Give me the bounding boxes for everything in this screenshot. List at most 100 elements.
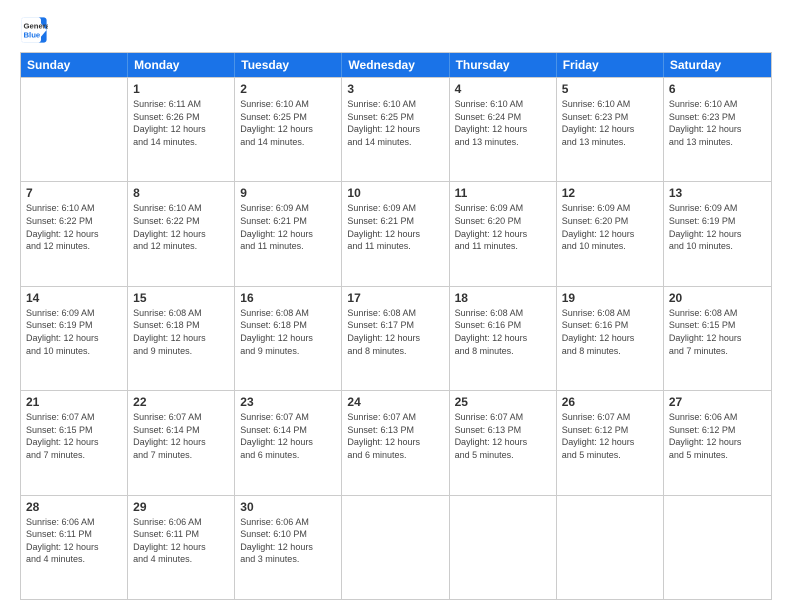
day-number: 11 xyxy=(455,186,551,200)
calendar-cell-empty xyxy=(664,496,771,599)
day-info: Sunrise: 6:10 AM Sunset: 6:22 PM Dayligh… xyxy=(26,202,122,252)
day-number: 1 xyxy=(133,82,229,96)
day-info: Sunrise: 6:06 AM Sunset: 6:12 PM Dayligh… xyxy=(669,411,766,461)
day-info: Sunrise: 6:10 AM Sunset: 6:25 PM Dayligh… xyxy=(347,98,443,148)
day-number: 29 xyxy=(133,500,229,514)
logo: General Blue xyxy=(20,16,48,44)
day-number: 23 xyxy=(240,395,336,409)
day-info: Sunrise: 6:07 AM Sunset: 6:15 PM Dayligh… xyxy=(26,411,122,461)
calendar-cell-day-1: 1 Sunrise: 6:11 AM Sunset: 6:26 PM Daylig… xyxy=(128,78,235,181)
calendar-cell-empty xyxy=(557,496,664,599)
day-number: 13 xyxy=(669,186,766,200)
calendar-cell-day-25: 25Sunrise: 6:07 AM Sunset: 6:13 PM Dayli… xyxy=(450,391,557,494)
calendar-cell-day-14: 14Sunrise: 6:09 AM Sunset: 6:19 PM Dayli… xyxy=(21,287,128,390)
calendar-cell-day-29: 29 Sunrise: 6:06 AM Sunset: 6:11 PM Dayli… xyxy=(128,496,235,599)
calendar-cell-day-30: 30 Sunrise: 6:06 AM Sunset: 6:10 PM Dayli… xyxy=(235,496,342,599)
calendar-cell-day-4: 4Sunrise: 6:10 AM Sunset: 6:24 PM Daylig… xyxy=(450,78,557,181)
calendar-body: 1 Sunrise: 6:11 AM Sunset: 6:26 PM Daylig… xyxy=(21,77,771,599)
day-number: 9 xyxy=(240,186,336,200)
day-info: Sunrise: 6:08 AM Sunset: 6:15 PM Dayligh… xyxy=(669,307,766,357)
day-info: Sunrise: 6:07 AM Sunset: 6:14 PM Dayligh… xyxy=(133,411,229,461)
calendar-row-3: 21 Sunrise: 6:07 AM Sunset: 6:15 PM Dayli… xyxy=(21,390,771,494)
calendar-row-1: 7 Sunrise: 6:10 AM Sunset: 6:22 PM Daylig… xyxy=(21,181,771,285)
header-day-monday: Monday xyxy=(128,53,235,77)
day-info: Sunrise: 6:09 AM Sunset: 6:21 PM Dayligh… xyxy=(240,202,336,252)
day-number: 2 xyxy=(240,82,336,96)
day-number: 3 xyxy=(347,82,443,96)
day-number: 15 xyxy=(133,291,229,305)
day-info: Sunrise: 6:06 AM Sunset: 6:11 PM Dayligh… xyxy=(26,516,122,566)
day-number: 22 xyxy=(133,395,229,409)
day-number: 28 xyxy=(26,500,122,514)
calendar-cell-day-21: 21 Sunrise: 6:07 AM Sunset: 6:15 PM Dayli… xyxy=(21,391,128,494)
calendar-cell-day-26: 26 Sunrise: 6:07 AM Sunset: 6:12 PM Dayli… xyxy=(557,391,664,494)
calendar-cell-day-28: 28 Sunrise: 6:06 AM Sunset: 6:11 PM Dayli… xyxy=(21,496,128,599)
day-number: 6 xyxy=(669,82,766,96)
calendar-cell-day-11: 11 Sunrise: 6:09 AM Sunset: 6:20 PM Dayli… xyxy=(450,182,557,285)
day-info: Sunrise: 6:10 AM Sunset: 6:23 PM Dayligh… xyxy=(669,98,766,148)
day-number: 4 xyxy=(455,82,551,96)
logo-icon: General Blue xyxy=(20,16,48,44)
day-number: 7 xyxy=(26,186,122,200)
day-number: 10 xyxy=(347,186,443,200)
calendar-cell-day-12: 12Sunrise: 6:09 AM Sunset: 6:20 PM Dayli… xyxy=(557,182,664,285)
day-info: Sunrise: 6:08 AM Sunset: 6:16 PM Dayligh… xyxy=(562,307,658,357)
svg-text:General: General xyxy=(24,22,49,31)
calendar-cell-day-19: 19 Sunrise: 6:08 AM Sunset: 6:16 PM Dayli… xyxy=(557,287,664,390)
day-info: Sunrise: 6:07 AM Sunset: 6:13 PM Dayligh… xyxy=(347,411,443,461)
day-number: 5 xyxy=(562,82,658,96)
calendar-cell-day-2: 2Sunrise: 6:10 AM Sunset: 6:25 PM Daylig… xyxy=(235,78,342,181)
calendar-cell-day-20: 20Sunrise: 6:08 AM Sunset: 6:15 PM Dayli… xyxy=(664,287,771,390)
calendar-cell-day-7: 7 Sunrise: 6:10 AM Sunset: 6:22 PM Daylig… xyxy=(21,182,128,285)
day-info: Sunrise: 6:08 AM Sunset: 6:18 PM Dayligh… xyxy=(133,307,229,357)
day-info: Sunrise: 6:11 AM Sunset: 6:26 PM Dayligh… xyxy=(133,98,229,148)
calendar-cell-day-24: 24 Sunrise: 6:07 AM Sunset: 6:13 PM Dayli… xyxy=(342,391,449,494)
header-day-friday: Friday xyxy=(557,53,664,77)
day-info: Sunrise: 6:10 AM Sunset: 6:22 PM Dayligh… xyxy=(133,202,229,252)
header-day-sunday: Sunday xyxy=(21,53,128,77)
header-day-saturday: Saturday xyxy=(664,53,771,77)
calendar-cell-day-16: 16 Sunrise: 6:08 AM Sunset: 6:18 PM Dayli… xyxy=(235,287,342,390)
day-number: 30 xyxy=(240,500,336,514)
calendar-cell-day-23: 23 Sunrise: 6:07 AM Sunset: 6:14 PM Dayli… xyxy=(235,391,342,494)
day-number: 8 xyxy=(133,186,229,200)
day-info: Sunrise: 6:08 AM Sunset: 6:16 PM Dayligh… xyxy=(455,307,551,357)
calendar-cell-day-15: 15 Sunrise: 6:08 AM Sunset: 6:18 PM Dayli… xyxy=(128,287,235,390)
day-info: Sunrise: 6:08 AM Sunset: 6:17 PM Dayligh… xyxy=(347,307,443,357)
header-day-wednesday: Wednesday xyxy=(342,53,449,77)
header-day-tuesday: Tuesday xyxy=(235,53,342,77)
day-number: 24 xyxy=(347,395,443,409)
calendar-cell-day-17: 17 Sunrise: 6:08 AM Sunset: 6:17 PM Dayli… xyxy=(342,287,449,390)
calendar-cell-day-5: 5 Sunrise: 6:10 AM Sunset: 6:23 PM Daylig… xyxy=(557,78,664,181)
day-info: Sunrise: 6:09 AM Sunset: 6:21 PM Dayligh… xyxy=(347,202,443,252)
calendar-cell-day-3: 3 Sunrise: 6:10 AM Sunset: 6:25 PM Daylig… xyxy=(342,78,449,181)
day-number: 26 xyxy=(562,395,658,409)
day-info: Sunrise: 6:09 AM Sunset: 6:20 PM Dayligh… xyxy=(455,202,551,252)
calendar-cell-day-22: 22 Sunrise: 6:07 AM Sunset: 6:14 PM Dayli… xyxy=(128,391,235,494)
header: General Blue xyxy=(20,16,772,44)
calendar-cell-day-9: 9 Sunrise: 6:09 AM Sunset: 6:21 PM Daylig… xyxy=(235,182,342,285)
day-info: Sunrise: 6:06 AM Sunset: 6:10 PM Dayligh… xyxy=(240,516,336,566)
day-info: Sunrise: 6:07 AM Sunset: 6:12 PM Dayligh… xyxy=(562,411,658,461)
day-number: 27 xyxy=(669,395,766,409)
calendar-cell-day-13: 13 Sunrise: 6:09 AM Sunset: 6:19 PM Dayli… xyxy=(664,182,771,285)
day-info: Sunrise: 6:10 AM Sunset: 6:23 PM Dayligh… xyxy=(562,98,658,148)
calendar-cell-day-6: 6 Sunrise: 6:10 AM Sunset: 6:23 PM Daylig… xyxy=(664,78,771,181)
svg-text:Blue: Blue xyxy=(24,31,41,40)
calendar: SundayMondayTuesdayWednesdayThursdayFrid… xyxy=(20,52,772,600)
day-number: 16 xyxy=(240,291,336,305)
day-info: Sunrise: 6:09 AM Sunset: 6:19 PM Dayligh… xyxy=(669,202,766,252)
calendar-cell-empty xyxy=(21,78,128,181)
day-number: 14 xyxy=(26,291,122,305)
calendar-cell-day-8: 8 Sunrise: 6:10 AM Sunset: 6:22 PM Daylig… xyxy=(128,182,235,285)
day-info: Sunrise: 6:06 AM Sunset: 6:11 PM Dayligh… xyxy=(133,516,229,566)
calendar-row-0: 1 Sunrise: 6:11 AM Sunset: 6:26 PM Daylig… xyxy=(21,77,771,181)
day-number: 18 xyxy=(455,291,551,305)
day-info: Sunrise: 6:08 AM Sunset: 6:18 PM Dayligh… xyxy=(240,307,336,357)
day-number: 19 xyxy=(562,291,658,305)
calendar-header: SundayMondayTuesdayWednesdayThursdayFrid… xyxy=(21,53,771,77)
day-number: 17 xyxy=(347,291,443,305)
day-number: 21 xyxy=(26,395,122,409)
calendar-row-4: 28 Sunrise: 6:06 AM Sunset: 6:11 PM Dayli… xyxy=(21,495,771,599)
day-info: Sunrise: 6:07 AM Sunset: 6:14 PM Dayligh… xyxy=(240,411,336,461)
